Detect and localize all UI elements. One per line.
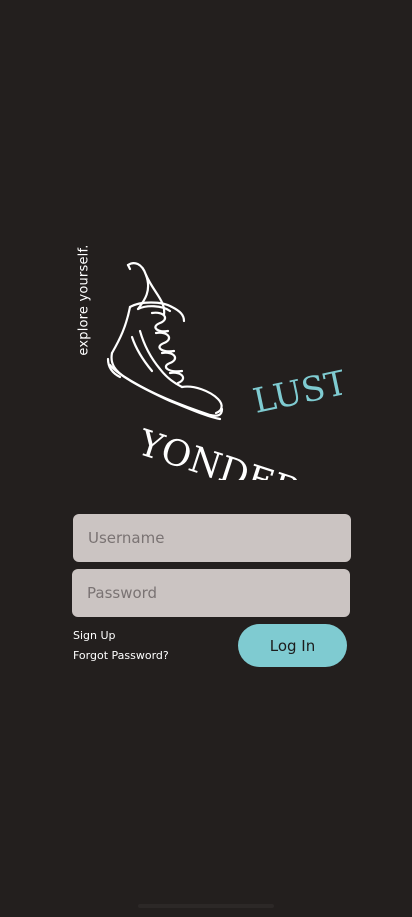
wordmark-yonder: YONDER: [132, 422, 305, 480]
brand-tagline: explore yourself.: [76, 244, 92, 356]
home-indicator: [138, 904, 274, 908]
wordmark-lust: LUST: [250, 363, 342, 422]
sneaker-icon: YONDER LUST: [106, 262, 342, 480]
login-button[interactable]: Log In: [238, 624, 347, 667]
forgot-password-link[interactable]: Forgot Password?: [73, 649, 169, 662]
signup-link[interactable]: Sign Up: [73, 629, 116, 642]
username-input[interactable]: [73, 514, 351, 562]
password-input[interactable]: [72, 569, 350, 617]
